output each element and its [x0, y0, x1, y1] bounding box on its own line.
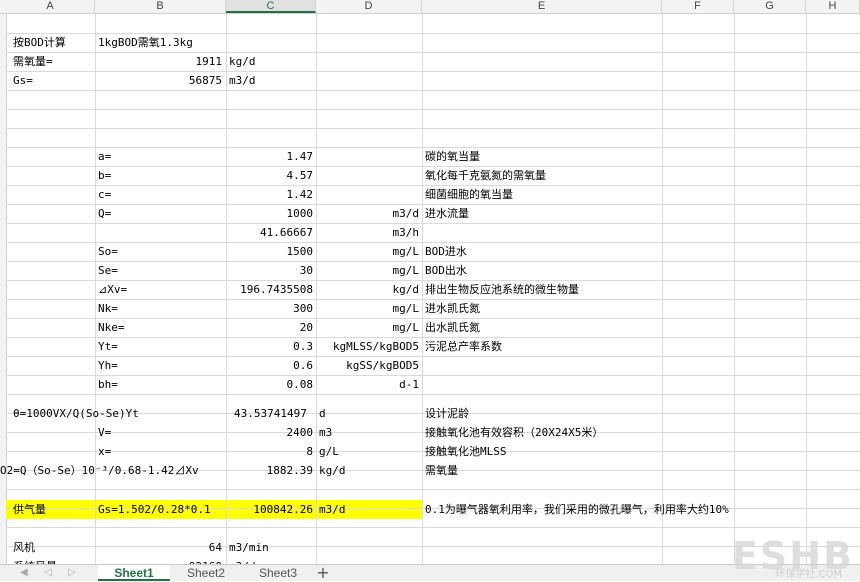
cell-a25[interactable]: O2=Q（So-Se）10⁻³/0.68-1.42⊿Xv	[0, 461, 199, 480]
cell-d22[interactable]: d	[319, 404, 326, 423]
cell-c18[interactable]: 0.3	[226, 337, 313, 356]
cell-d23[interactable]: m3	[319, 423, 332, 442]
cell-e22[interactable]: 设计泥龄	[425, 404, 469, 423]
column-header-g[interactable]: G	[734, 0, 806, 13]
cell-b18[interactable]: Yt=	[98, 337, 118, 356]
cell-b20[interactable]: bh=	[98, 375, 118, 394]
cell-c15[interactable]: 196.7435508	[226, 280, 313, 299]
highlight-row-fill	[6, 500, 423, 519]
cell-c3[interactable]: kg/d	[229, 52, 256, 71]
row-header-strip[interactable]	[0, 14, 7, 564]
cell-c9[interactable]: 4.57	[226, 166, 314, 185]
cell-c13[interactable]: 1500	[226, 242, 314, 261]
cell-c25[interactable]: 1882.39	[226, 461, 313, 480]
cell-c14[interactable]: 30	[226, 261, 313, 280]
cell-a2[interactable]: 按BOD计算	[13, 33, 66, 52]
cell-e13[interactable]: BOD进水	[425, 242, 467, 261]
cell-b11[interactable]: Q=	[98, 204, 111, 223]
cell-d13[interactable]: mg/L	[316, 242, 420, 261]
tab-scroll-next-icon[interactable]: ▷	[68, 565, 76, 581]
cell-c10[interactable]: 1.42	[226, 185, 314, 204]
cell-e11[interactable]: 进水流量	[425, 204, 469, 223]
column-header-a[interactable]: A	[6, 0, 95, 13]
cell-b27[interactable]: Gs=1.502/0.28*0.1	[98, 500, 211, 519]
cell-b2[interactable]: 1kgBOD需氧1.3kg	[98, 33, 193, 52]
cell-b3[interactable]: 1911	[95, 52, 223, 71]
cell-b10[interactable]: c=	[98, 185, 111, 204]
cell-e15[interactable]: 排出生物反应池系统的微生物量	[425, 280, 579, 299]
tab-scroll-prev-icon[interactable]: ◁	[44, 565, 52, 581]
cell-b8[interactable]: a=	[98, 147, 111, 166]
cell-c8[interactable]: 1.47	[226, 147, 314, 166]
cell-d15[interactable]: kg/d	[316, 280, 420, 299]
cell-b16[interactable]: Nk=	[98, 299, 118, 318]
cell-e25[interactable]: 需氧量	[425, 461, 458, 480]
cell-b15[interactable]: ⊿Xv=	[98, 280, 127, 299]
cell-e18[interactable]: 污泥总产率系数	[425, 337, 502, 356]
cell-a3[interactable]: 需氧量=	[13, 52, 53, 71]
column-header-b[interactable]: B	[95, 0, 226, 13]
cell-c4[interactable]: m3/d	[229, 71, 256, 90]
cell-c29[interactable]: m3/min	[229, 538, 269, 557]
cell-c12[interactable]: 41.66667	[226, 223, 313, 242]
cell-b4[interactable]: 56875	[95, 71, 222, 90]
cell-e27[interactable]: 0.1为曝气器氧利用率，我们采用的微孔曝气，利用率大约10%	[425, 500, 729, 519]
cell-c16[interactable]: 300	[226, 299, 313, 318]
cell-e17[interactable]: 出水凯氏氮	[425, 318, 480, 337]
cell-e23[interactable]: 接触氧化池有效容积（20X24X5米）	[425, 423, 603, 442]
cell-b29[interactable]: 64	[95, 538, 222, 557]
cell-e24[interactable]: 接触氧化池MLSS	[425, 442, 507, 461]
cell-c22[interactable]: 43.53741497	[234, 404, 307, 423]
cell-b24[interactable]: x=	[98, 442, 111, 461]
cell-d12[interactable]: m3/h	[316, 223, 420, 242]
site-watermark-text: 环保学社.COM	[775, 569, 842, 580]
cell-a22[interactable]: θ=1000VX/Q(So-Se)Yt	[13, 404, 139, 423]
cell-d16[interactable]: mg/L	[316, 299, 420, 318]
column-header-h[interactable]: H	[806, 0, 860, 13]
cell-b19[interactable]: Yh=	[98, 356, 118, 375]
cell-d18[interactable]: kgMLSS/kgBOD5	[316, 337, 419, 356]
cell-a4[interactable]: Gs=	[13, 71, 33, 90]
cell-a27[interactable]: 供气量	[13, 500, 46, 519]
cell-e9[interactable]: 氧化每千克氨氮的需氧量	[425, 166, 546, 185]
cell-e16[interactable]: 进水凯氏氮	[425, 299, 480, 318]
cell-b13[interactable]: So=	[98, 242, 118, 261]
cell-c17[interactable]: 20	[226, 318, 313, 337]
cell-c11[interactable]: 1000	[226, 204, 314, 223]
cell-c24[interactable]: 8	[226, 442, 313, 461]
cell-b23[interactable]: V=	[98, 423, 111, 442]
cell-d20[interactable]: d-1	[316, 375, 419, 394]
sheet-tab-sheet1[interactable]: Sheet1	[98, 565, 170, 581]
column-header-f[interactable]: F	[662, 0, 734, 13]
cell-b14[interactable]: Se=	[98, 261, 118, 280]
cell-e14[interactable]: BOD出水	[425, 261, 467, 280]
cell-c23[interactable]: 2400	[226, 423, 314, 442]
column-header-c[interactable]: C	[226, 0, 316, 13]
cell-d24[interactable]: g/L	[319, 442, 339, 461]
cell-d19[interactable]: kgSS/kgBOD5	[316, 356, 419, 375]
tab-scroll-first-icon[interactable]: ◀	[20, 565, 28, 581]
cell-e10[interactable]: 细菌细胞的氧当量	[425, 185, 513, 204]
cell-a29[interactable]: 风机	[13, 538, 35, 557]
cell-d11[interactable]: m3/d	[316, 204, 420, 223]
cell-b9[interactable]: b=	[98, 166, 111, 185]
cell-c19[interactable]: 0.6	[226, 356, 313, 375]
column-header-d[interactable]: D	[316, 0, 422, 13]
cell-d17[interactable]: mg/L	[316, 318, 420, 337]
cell-d25[interactable]: kg/d	[319, 461, 346, 480]
sheet-tab-sheet2[interactable]: Sheet2	[170, 565, 242, 581]
cell-d14[interactable]: mg/L	[316, 261, 420, 280]
column-header-e[interactable]: E	[422, 0, 662, 13]
cell-b17[interactable]: Nke=	[98, 318, 125, 337]
cell-e8[interactable]: 碳的氧当量	[425, 147, 480, 166]
column-header-bar: A B C D E F G H	[0, 0, 860, 14]
cell-c27[interactable]: 100842.26	[226, 500, 313, 519]
sheet-tab-sheet3[interactable]: Sheet3	[242, 565, 314, 581]
cell-d27[interactable]: m3/d	[319, 500, 346, 519]
add-sheet-button[interactable]: +	[314, 565, 332, 581]
cell-c20[interactable]: 0.08	[226, 375, 314, 394]
